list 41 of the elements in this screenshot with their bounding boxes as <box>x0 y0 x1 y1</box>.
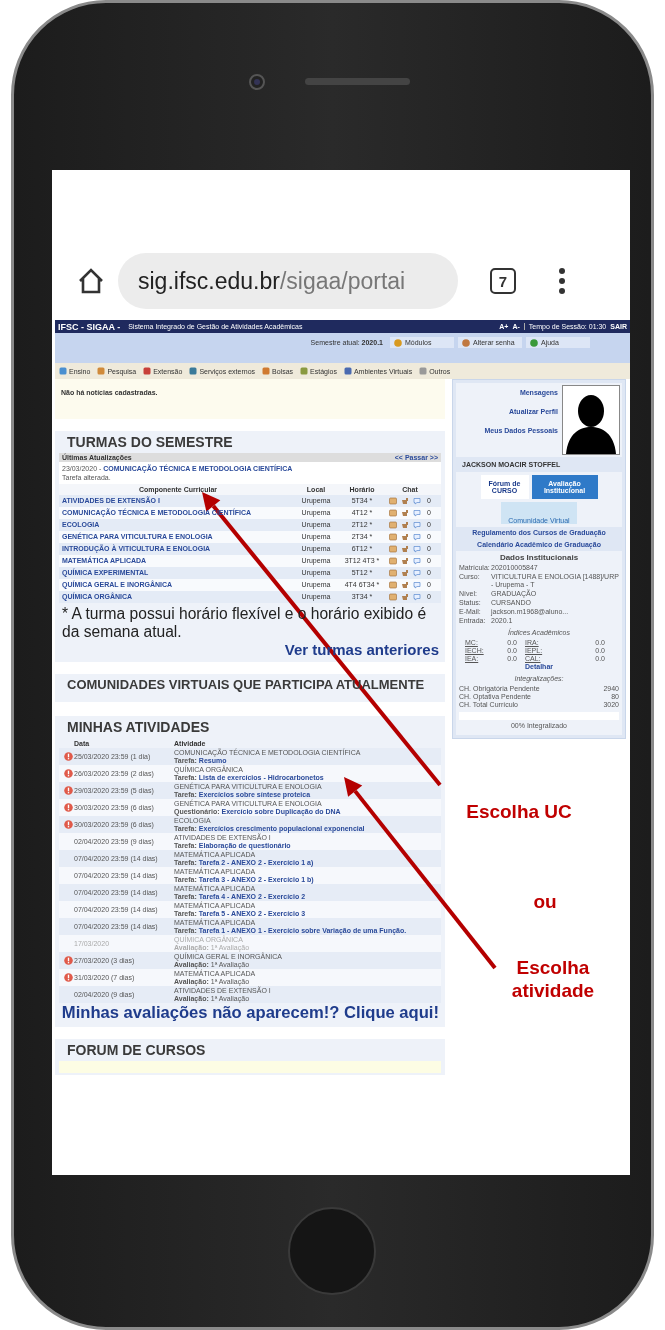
square-icon <box>419 367 428 375</box>
alert-icon <box>63 973 73 983</box>
square-icon <box>300 367 309 375</box>
circle-icon <box>462 338 470 347</box>
avatar-silhouette <box>562 385 620 455</box>
data-title: Dados Institucionais <box>498 554 580 562</box>
square-icon <box>189 367 198 375</box>
hand-icon[interactable] <box>401 508 409 517</box>
hand-icon[interactable] <box>401 592 409 601</box>
missing-evaluations-link[interactable]: Minhas avaliações não aparecem!? Clique aqui! <box>61 1003 439 1023</box>
camera-icon <box>249 73 265 90</box>
alert-icon <box>63 803 73 813</box>
square-icon <box>343 367 352 375</box>
alert-icon <box>63 769 73 779</box>
alert-icon <box>63 956 73 966</box>
address-bar[interactable]: sig.ifsc.edu.br/sigaa/portai <box>118 253 458 309</box>
hand-icon[interactable] <box>401 568 409 577</box>
circle-icon <box>530 338 538 347</box>
hand-icon[interactable] <box>401 580 409 589</box>
hand-icon[interactable] <box>401 556 409 565</box>
section-title: MINHAS ATIVIDADES <box>66 718 211 738</box>
square-icon <box>262 367 271 375</box>
hand-icon[interactable] <box>401 532 409 541</box>
tab-count-button[interactable]: 7 <box>490 268 516 294</box>
menu-icon[interactable] <box>558 266 566 296</box>
square-icon <box>59 367 67 375</box>
hand-icon[interactable] <box>401 544 409 553</box>
hand-icon[interactable] <box>401 520 409 529</box>
annotation-label: ou <box>532 890 558 913</box>
circle-icon <box>394 338 402 347</box>
alert-icon <box>63 820 73 830</box>
site-brand: IFSC - SIGAA - <box>58 321 121 332</box>
section-title: TURMAS DO SEMESTRE <box>66 433 234 452</box>
annotation-label: Escolha UC <box>465 800 573 823</box>
square-icon <box>97 367 106 375</box>
hand-icon[interactable] <box>401 496 409 505</box>
alert-icon <box>63 786 73 796</box>
section-title: FORUM DE CURSOS <box>66 1041 207 1061</box>
square-icon <box>143 367 152 375</box>
annotation-label: Escolha atividade <box>510 956 596 1002</box>
alert-icon <box>63 752 73 762</box>
